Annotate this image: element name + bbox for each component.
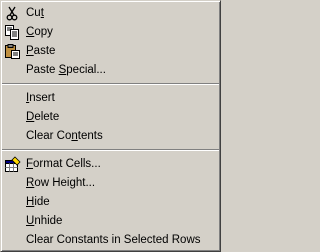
paste-icon <box>4 43 21 60</box>
format-cells-icon <box>4 156 21 173</box>
menu-item-clear-contents[interactable]: Clear Contents <box>1 127 220 146</box>
menu-item-label: Hide <box>26 196 50 208</box>
menu-item-label: Clear Constants in Selected Rows <box>26 234 201 246</box>
menu-item-unhide[interactable]: Unhide <box>1 212 220 231</box>
menu-item-label: Insert <box>26 92 55 104</box>
menu-item-format-cells[interactable]: Format Cells... <box>1 155 220 174</box>
scissors-icon <box>4 5 21 22</box>
menu-item-label: Delete <box>26 111 60 123</box>
menu-item-label: Copy <box>26 26 53 38</box>
menu-item-clear-constants[interactable]: Clear Constants in Selected Rows <box>1 231 220 250</box>
menu-item-label: Unhide <box>26 215 63 227</box>
menu-item-label: Paste <box>26 45 56 57</box>
copy-icon <box>4 24 21 41</box>
menu-item-label: Format Cells... <box>26 158 101 170</box>
accelerator-key: P <box>26 45 34 57</box>
menu-item-paste-special[interactable]: Paste Special... <box>1 61 220 80</box>
menu-item-insert[interactable]: Insert <box>1 89 220 108</box>
menu-item-label: Row Height... <box>26 177 96 189</box>
menu-item-hide[interactable]: Hide <box>1 193 220 212</box>
accelerator-key: F <box>26 158 34 170</box>
menu-item-label: Paste Special... <box>26 64 106 76</box>
menu-item-delete[interactable]: Delete <box>1 108 220 127</box>
menu-separator <box>1 80 220 89</box>
menu-item-row-height[interactable]: Row Height... <box>1 174 220 193</box>
menu-item-label: Clear Contents <box>26 130 103 142</box>
accelerator-key: t <box>40 7 44 19</box>
menu-item-cut[interactable]: Cut <box>1 4 220 23</box>
menu-separator <box>1 146 220 155</box>
menu-item-paste[interactable]: Paste <box>1 42 220 61</box>
menu-item-label: Cut <box>26 7 44 19</box>
context-menu: Cut Copy Paste Paste Special... Insert Dele… <box>0 0 221 252</box>
menu-item-copy[interactable]: Copy <box>1 23 220 42</box>
